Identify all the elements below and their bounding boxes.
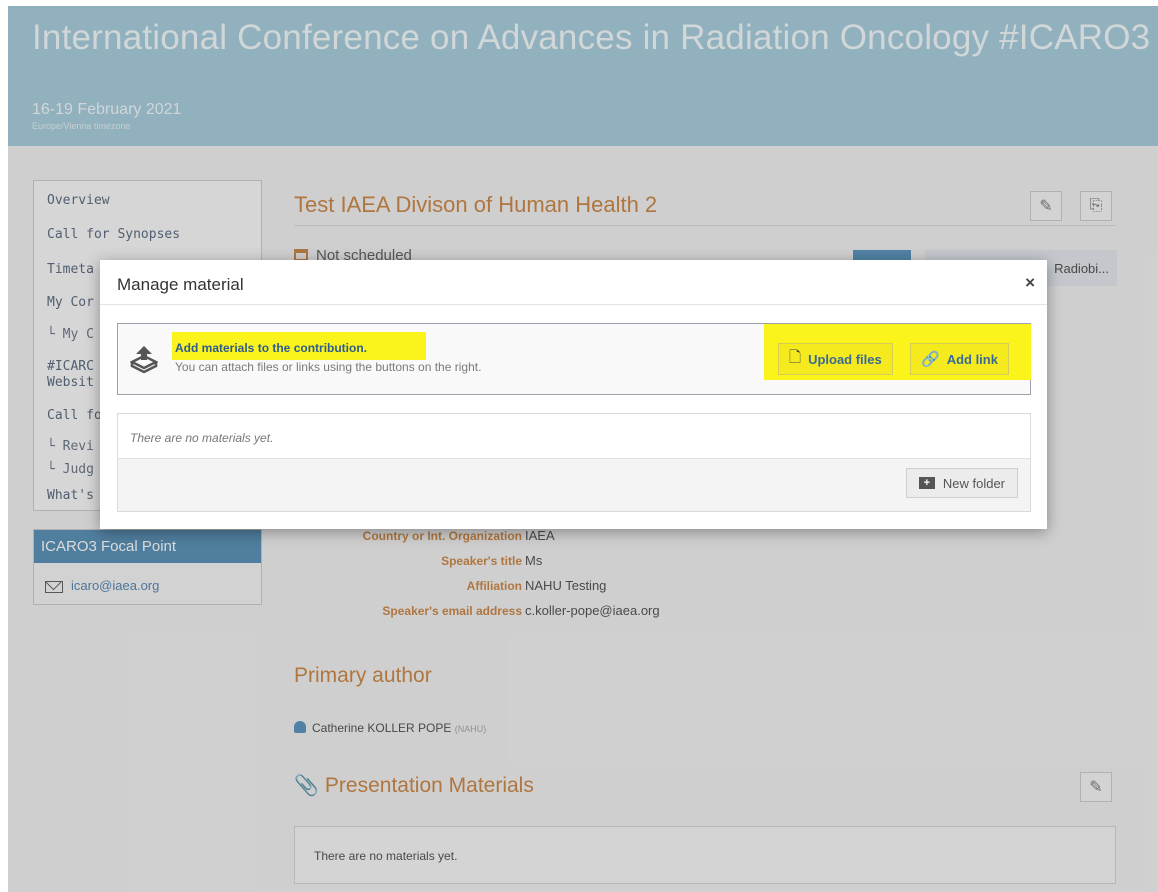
upload-icon	[130, 346, 158, 374]
file-icon: 🗋	[789, 348, 802, 366]
materials-tree: There are no materials yet. + New folder	[117, 413, 1031, 512]
add-materials-title: Add materials to the contribution.	[175, 341, 368, 355]
link-icon: 🔗	[921, 351, 940, 368]
add-materials-hint: You can attach files or links using the …	[175, 360, 482, 374]
new-folder-label: New folder	[942, 475, 1005, 491]
empty-materials-text: There are no materials yet.	[130, 431, 274, 445]
dialog-title: Manage material	[117, 275, 244, 294]
dialog-divider	[100, 304, 1047, 305]
add-link-button[interactable]: 🔗 Add link	[910, 343, 1009, 375]
materials-footer: + New folder	[118, 458, 1030, 511]
folder-plus-icon: +	[918, 477, 935, 489]
close-icon[interactable]: ×	[1025, 273, 1035, 293]
manage-material-dialog: Manage material × Add materials to the c…	[100, 260, 1047, 529]
upload-files-button[interactable]: 🗋 Upload files	[778, 343, 893, 375]
upload-files-label: Upload files	[808, 351, 882, 367]
page: International Conference on Advances in …	[8, 6, 1158, 892]
add-link-label: Add link	[946, 351, 998, 367]
new-folder-button[interactable]: + New folder	[905, 468, 1018, 498]
add-materials-panel: Add materials to the contribution. You c…	[117, 323, 1031, 395]
